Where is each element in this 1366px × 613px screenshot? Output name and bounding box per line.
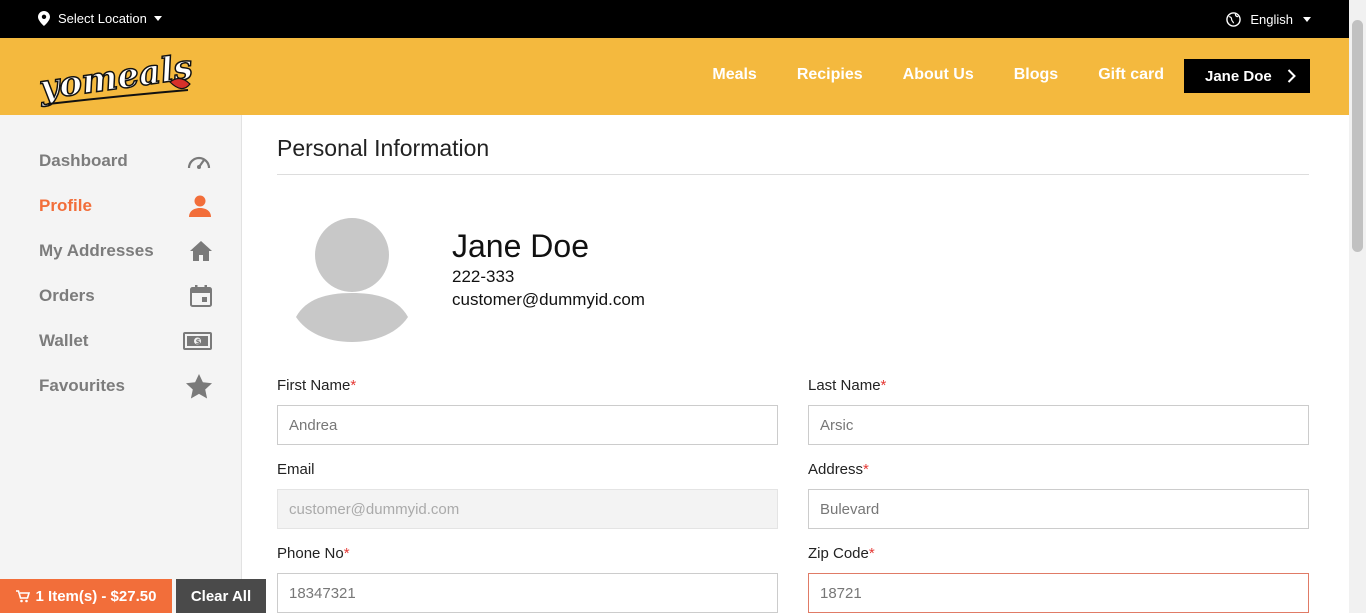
sidebar-item-wallet[interactable]: Wallet $ (39, 327, 212, 355)
sidebar-item-label: Wallet (39, 331, 89, 350)
first-name-field[interactable] (277, 405, 778, 445)
scrollbar-thumb[interactable] (1352, 20, 1363, 252)
clear-all-button[interactable]: Clear All (176, 579, 266, 613)
sidebar-item-label: Profile (39, 196, 92, 215)
svg-text:$: $ (196, 338, 201, 346)
sidebar-item-favourites[interactable]: Favourites (39, 372, 212, 400)
zip-code-label: Zip Code* (808, 545, 875, 562)
sidebar-item-label: Favourites (39, 376, 125, 395)
yomeals-logo[interactable]: yomeals (38, 46, 198, 108)
location-label: Select Location (58, 11, 147, 26)
cart-summary-button[interactable]: 1 Item(s) - $27.50 (0, 579, 172, 613)
user-name-label: Jane Doe (1205, 67, 1272, 85)
address-label: Address* (808, 461, 869, 478)
profile-phone: 222-333 (452, 267, 515, 286)
chevron-down-icon (153, 16, 162, 21)
language-label: English (1250, 12, 1293, 27)
speedometer-icon (187, 156, 211, 169)
cart-icon (15, 589, 30, 602)
sidebar-item-my-addresses[interactable]: My Addresses (39, 237, 212, 265)
divider (277, 174, 1309, 175)
sidebar-item-profile[interactable]: Profile (39, 192, 212, 220)
star-icon (186, 373, 212, 398)
email-label: Email (277, 461, 315, 478)
globe-icon (1226, 12, 1242, 27)
main-nav: Meals Recipies About Us Blogs Gift card (672, 66, 1164, 84)
money-icon: $ (183, 332, 212, 350)
avatar[interactable] (296, 217, 408, 342)
calendar-icon (190, 285, 212, 307)
chevron-down-icon (1303, 17, 1311, 22)
cart-summary-label: 1 Item(s) - $27.50 (35, 587, 157, 605)
nav-gift-card[interactable]: Gift card (1098, 66, 1164, 84)
svg-text:yomeals: yomeals (38, 47, 195, 108)
language-selector[interactable]: English (1226, 12, 1311, 27)
page-title: Personal Information (277, 135, 490, 161)
sidebar-item-label: Dashboard (39, 151, 128, 170)
sidebar-item-dashboard[interactable]: Dashboard (39, 147, 212, 175)
sidebar-item-orders[interactable]: Orders (39, 282, 212, 310)
nav-about-us[interactable]: About Us (903, 66, 974, 84)
sidebar-item-label: My Addresses (39, 241, 154, 260)
location-selector[interactable]: Select Location (38, 11, 162, 26)
nav-meals[interactable]: Meals (712, 66, 756, 84)
user-menu-button[interactable]: Jane Doe (1184, 59, 1310, 93)
phone-field[interactable] (277, 573, 778, 613)
last-name-field[interactable] (808, 405, 1309, 445)
user-icon (189, 195, 211, 217)
nav-blogs[interactable]: Blogs (1014, 66, 1058, 84)
location-pin-icon (38, 11, 50, 26)
profile-email: customer@dummyid.com (452, 290, 645, 309)
page-scrollbar[interactable] (1349, 0, 1366, 613)
profile-name: Jane Doe (452, 228, 589, 264)
last-name-label: Last Name* (808, 377, 887, 394)
home-icon (190, 241, 212, 261)
email-field (277, 489, 778, 529)
account-sidebar: Dashboard Profile My Addresses Orders Wa… (0, 115, 242, 613)
zip-code-field[interactable] (808, 573, 1309, 613)
chevron-right-icon (1287, 69, 1296, 83)
address-field[interactable] (808, 489, 1309, 529)
phone-label: Phone No* (277, 545, 350, 562)
first-name-label: First Name* (277, 377, 357, 394)
nav-recipies[interactable]: Recipies (797, 66, 863, 84)
main-header: yomeals Meals Recipies About Us Blogs Gi… (0, 38, 1349, 115)
top-bar: Select Location English (0, 0, 1349, 38)
sidebar-item-label: Orders (39, 286, 95, 305)
